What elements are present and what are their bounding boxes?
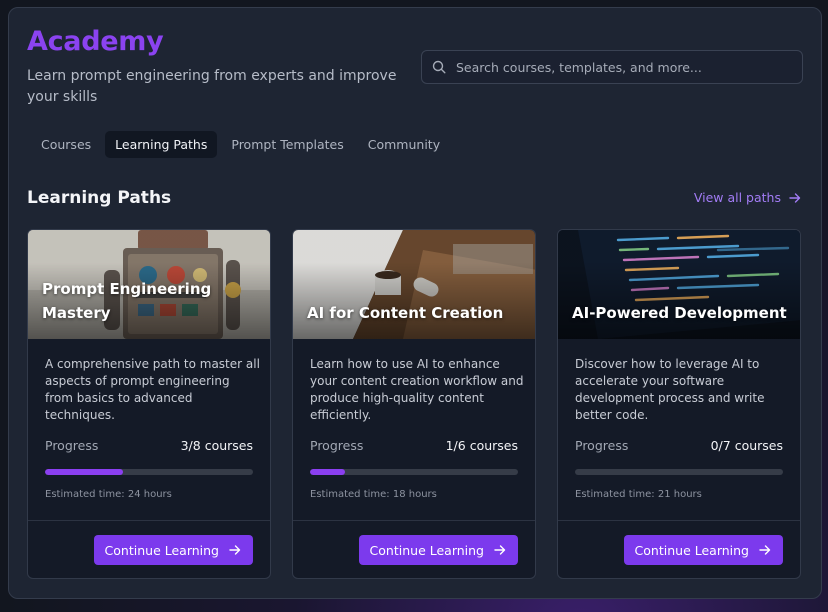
continue-learning-button[interactable]: Continue Learning xyxy=(623,535,783,565)
academy-panel: Academy Learn prompt engineering from ex… xyxy=(8,7,822,599)
page-subtitle: Learn prompt engineering from experts an… xyxy=(27,68,397,105)
tab-community[interactable]: Community xyxy=(358,131,450,158)
card-description: Discover how to leverage AI to accelerat… xyxy=(575,357,765,422)
learning-path-cards: Prompt Engineering Mastery A comprehensi… xyxy=(27,229,801,579)
view-all-label: View all paths xyxy=(693,190,781,205)
progress-label: Progress xyxy=(575,438,629,453)
button-label: Continue Learning xyxy=(369,542,484,558)
view-all-paths-link[interactable]: View all paths xyxy=(694,190,801,205)
search-input[interactable] xyxy=(456,59,776,75)
estimated-time: Estimated time: 21 hours xyxy=(575,489,702,500)
page-title: Academy xyxy=(27,26,164,57)
tab-learning-paths[interactable]: Learning Paths xyxy=(105,131,218,158)
section-title: Learning Paths xyxy=(27,188,172,208)
progress-count: 3/8 courses xyxy=(180,438,253,453)
estimated-time: Estimated time: 18 hours xyxy=(310,489,437,500)
card-image-robot: Prompt Engineering Mastery xyxy=(28,230,270,339)
progress-fill xyxy=(45,469,123,475)
progress-label: Progress xyxy=(310,438,364,453)
search-box[interactable] xyxy=(421,50,803,84)
arrow-right-icon xyxy=(229,545,241,555)
progress-fill xyxy=(310,469,345,475)
card-divider xyxy=(28,520,270,521)
button-label: Continue Learning xyxy=(634,542,749,558)
continue-learning-button[interactable]: Continue Learning xyxy=(93,535,253,565)
learning-path-card: AI-Powered Development Discover how to l… xyxy=(557,229,801,579)
arrow-right-icon xyxy=(759,545,771,555)
card-title: AI for Content Creation xyxy=(307,304,504,322)
card-divider xyxy=(558,520,800,521)
card-description: Learn how to use AI to enhance your cont… xyxy=(310,357,524,422)
card-description: A comprehensive path to master all aspec… xyxy=(45,357,260,422)
tab-bar: Courses Learning Paths Prompt Templates … xyxy=(31,131,450,159)
estimated-time: Estimated time: 24 hours xyxy=(45,489,172,500)
card-divider xyxy=(293,520,535,521)
card-image-code: AI-Powered Development xyxy=(558,230,800,339)
card-title: AI-Powered Development xyxy=(572,304,787,322)
card-image-desk: AI for Content Creation xyxy=(293,230,535,339)
progress-count: 1/6 courses xyxy=(445,438,518,453)
progress-bar xyxy=(45,469,253,475)
card-title: Prompt Engineering Mastery xyxy=(42,280,212,322)
tab-courses[interactable]: Courses xyxy=(31,131,101,158)
progress-count: 0/7 courses xyxy=(710,438,783,453)
continue-learning-button[interactable]: Continue Learning xyxy=(358,535,518,565)
arrow-right-icon xyxy=(789,192,801,203)
search-icon xyxy=(432,60,446,74)
learning-path-card: AI for Content Creation Learn how to use… xyxy=(292,229,536,579)
arrow-right-icon xyxy=(494,545,506,555)
progress-bar xyxy=(575,469,783,475)
button-label: Continue Learning xyxy=(104,542,219,558)
progress-label: Progress xyxy=(45,438,99,453)
tab-prompt-templates[interactable]: Prompt Templates xyxy=(221,131,353,158)
learning-path-card: Prompt Engineering Mastery A comprehensi… xyxy=(27,229,271,579)
progress-bar xyxy=(310,469,518,475)
